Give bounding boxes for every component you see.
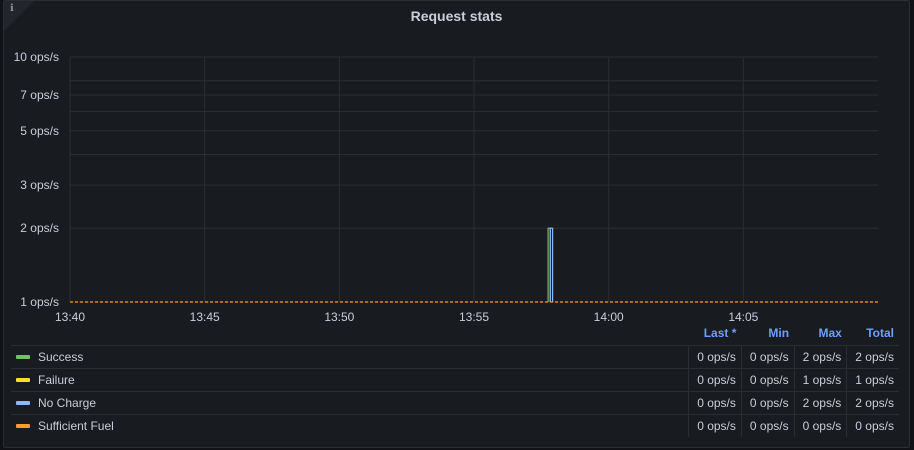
series-color-swatch (16, 377, 30, 382)
legend-series-label[interactable]: Success (38, 350, 83, 364)
legend-row[interactable]: Success 0 ops/s 0 ops/s 2 ops/s 2 ops/s (11, 345, 899, 369)
legend-min: 0 ops/s (740, 345, 795, 369)
legend-max: 2 ops/s (793, 345, 847, 369)
legend-series-name[interactable]: Success (11, 345, 689, 369)
legend-header-name (11, 322, 689, 346)
legend-total: 2 ops/s (846, 391, 899, 415)
series-line-no-charge[interactable] (549, 227, 554, 302)
series-color-swatch (16, 354, 30, 359)
series-color-swatch (16, 423, 30, 428)
legend-row[interactable]: Sufficient Fuel 0 ops/s 0 ops/s 0 ops/s 0 op… (11, 414, 899, 437)
legend-series-name[interactable]: Failure (11, 368, 689, 392)
legend-total: 1 ops/s (846, 368, 899, 392)
y-tick-label: 2 ops/s (20, 221, 59, 235)
legend-last: 0 ops/s (688, 391, 742, 415)
legend-max: 1 ops/s (793, 368, 847, 392)
y-tick-label: 3 ops/s (20, 178, 59, 192)
legend-series-label[interactable]: No Charge (38, 396, 96, 410)
chart[interactable]: 10 ops/s 7 ops/s 5 ops/s 3 ops/s 2 ops/s 1 op… (0, 0, 914, 330)
y-tick-label: 5 ops/s (20, 124, 59, 138)
series-color-swatch (16, 400, 30, 405)
legend-header-last[interactable]: Last * (689, 322, 742, 346)
legend-min: 0 ops/s (740, 391, 795, 415)
y-tick-label: 7 ops/s (20, 88, 59, 102)
legend-header-total[interactable]: Total (847, 322, 899, 346)
legend-row[interactable]: Failure 0 ops/s 0 ops/s 1 ops/s 1 ops/s (11, 368, 899, 392)
legend-row[interactable]: No Charge 0 ops/s 0 ops/s 2 ops/s 2 ops/s (11, 391, 899, 415)
legend-max: 2 ops/s (793, 391, 847, 415)
y-tick-label: 1 ops/s (20, 295, 59, 309)
legend-series-name[interactable]: No Charge (11, 391, 689, 415)
legend-series-label[interactable]: Failure (38, 373, 75, 387)
legend-series-label[interactable]: Sufficient Fuel (38, 419, 114, 433)
legend-total: 2 ops/s (846, 345, 899, 369)
legend-max: 0 ops/s (793, 414, 847, 437)
legend-last: 0 ops/s (688, 368, 742, 392)
legend-total: 0 ops/s (846, 414, 899, 437)
legend-last: 0 ops/s (688, 414, 742, 437)
legend-header-min[interactable]: Min (741, 322, 794, 346)
legend-header-max[interactable]: Max (794, 322, 847, 346)
legend-last: 0 ops/s (688, 345, 742, 369)
legend: Last * Min Max Total Success 0 ops/s 0 ops… (11, 322, 899, 437)
y-tick-label: 10 ops/s (14, 50, 59, 64)
legend-min: 0 ops/s (740, 368, 795, 392)
legend-min: 0 ops/s (740, 414, 795, 437)
legend-series-name[interactable]: Sufficient Fuel (11, 414, 689, 437)
